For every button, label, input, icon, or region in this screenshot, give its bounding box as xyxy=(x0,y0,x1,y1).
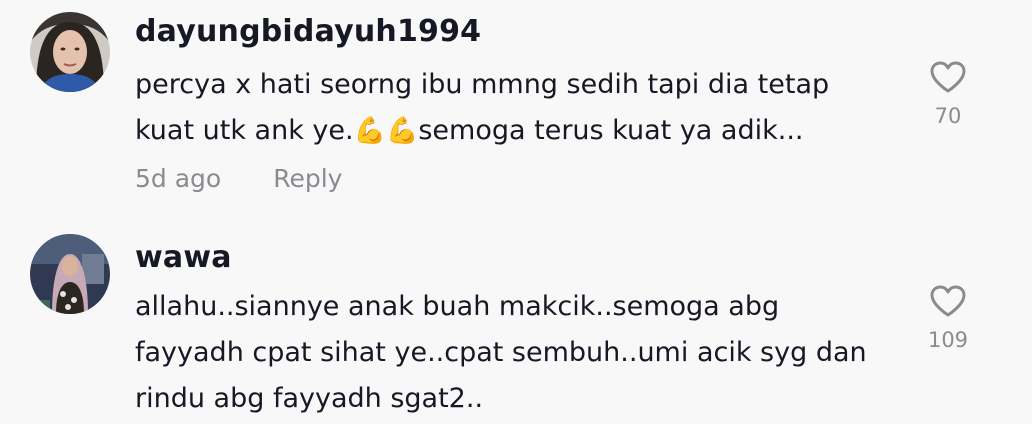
comment-username[interactable]: dayungbidayuh1994 xyxy=(135,14,481,49)
avatar-image xyxy=(30,234,110,314)
comment-username[interactable]: wawa xyxy=(135,240,232,275)
like-button[interactable]: 109 xyxy=(918,284,978,352)
like-count: 70 xyxy=(934,104,962,128)
avatar[interactable] xyxy=(30,12,110,92)
comment-meta: 5d ago Reply xyxy=(135,164,342,193)
comment-timestamp: 5d ago xyxy=(135,164,222,193)
avatar[interactable] xyxy=(30,234,110,314)
comment-text: allahu..siannye anak buah makcik..semoga… xyxy=(135,291,867,414)
avatar-image xyxy=(30,12,110,92)
flexed-biceps-emoji: 💪💪 xyxy=(353,116,419,146)
reply-button[interactable]: Reply xyxy=(273,164,342,193)
like-button[interactable]: 70 xyxy=(918,60,978,128)
heart-outline-icon[interactable] xyxy=(929,284,967,318)
comment-text: percya x hati seorng ibu mmng sedih tapi… xyxy=(135,62,895,154)
like-count: 109 xyxy=(927,328,969,352)
heart-outline-icon[interactable] xyxy=(929,60,967,94)
comment-text-part: semoga terus kuat ya adik... xyxy=(418,115,804,146)
